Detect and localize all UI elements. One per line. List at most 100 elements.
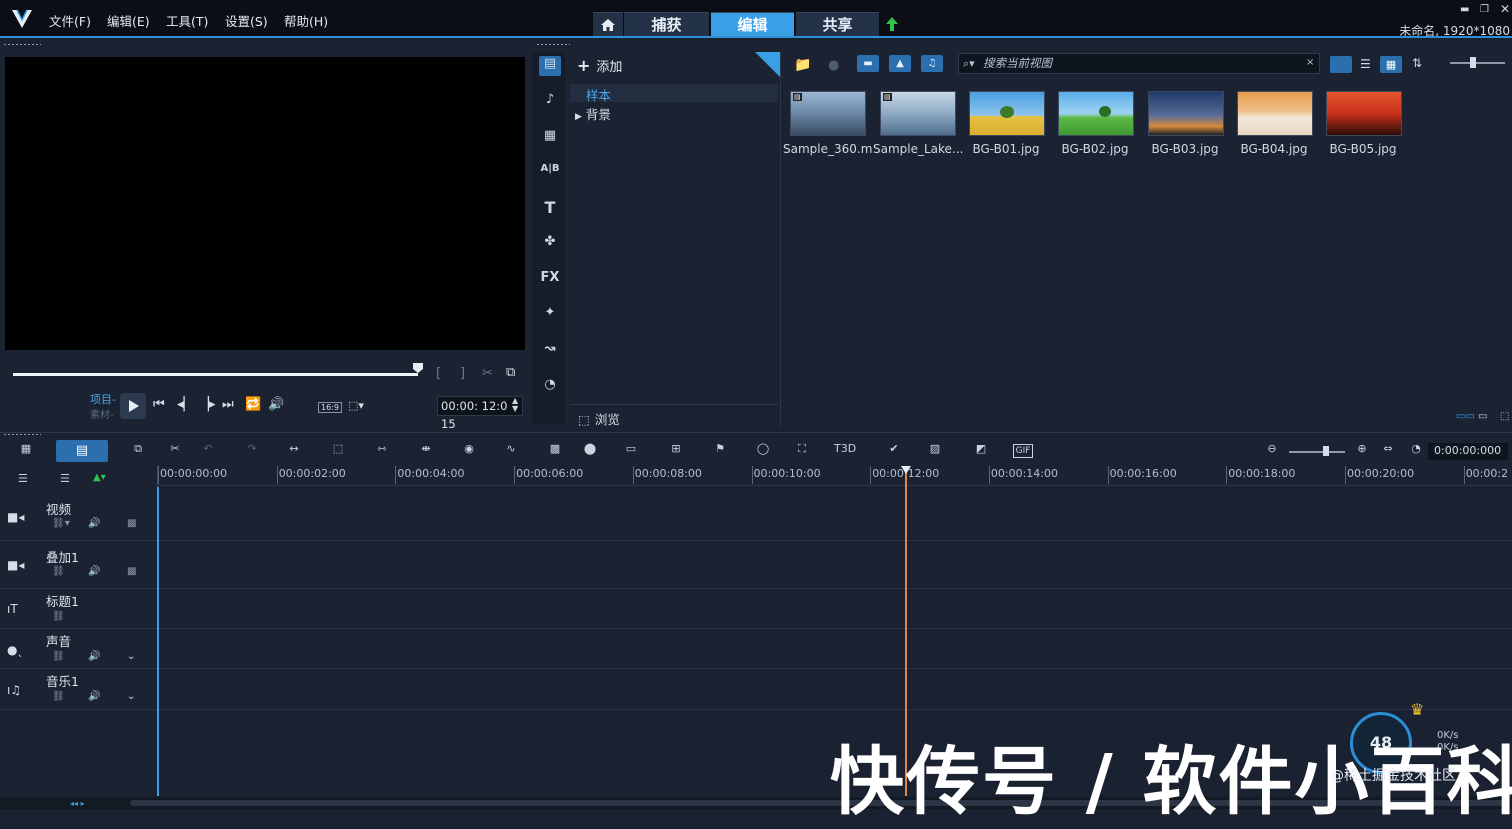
library-grip[interactable] [536,43,570,46]
sort-icon[interactable]: ⇅ [1412,56,1422,70]
video-camera-icon[interactable]: ■◂ [7,510,24,524]
tab-edit[interactable]: 编辑 [711,12,794,37]
sound-mixer-icon[interactable]: ∿ [501,442,521,460]
subtitle-icon[interactable]: ▭ [621,442,641,460]
pan-zoom-icon[interactable]: ⛶ [792,442,812,460]
search-input[interactable]: 搜索当前视图 [958,53,1320,74]
timeline-view-button[interactable]: ▤ [56,440,108,462]
restore-icon[interactable]: ❐ [1480,4,1489,15]
folder-item-backgrounds[interactable]: ▶ 背景 [575,104,611,123]
stretch-icon[interactable]: ⇿ [372,442,392,460]
timecode-field[interactable]: 00:00: 12:0 15 [437,396,523,431]
timeline-zoom-knob[interactable] [1323,446,1329,456]
repeat-icon[interactable]: 🔁 [245,397,261,412]
mask-icon[interactable]: ⬤ [580,442,600,460]
show-video-toggle[interactable]: ▬ [857,55,879,72]
fit-project-icon[interactable]: ↔ [284,442,304,460]
go-to-end-icon[interactable]: ⏭ [222,397,234,412]
import-media-icon[interactable]: 📁 [794,57,811,73]
track-volume-icon[interactable]: 🔊 [88,518,100,529]
transform-icon[interactable]: ◩ [971,442,991,460]
link-icon[interactable]: ⛓▾ [52,518,70,529]
music-note-icon[interactable]: ı♫ [7,683,21,697]
media-thumbnail[interactable] [1058,91,1134,136]
enlarge-preview-icon[interactable]: ⧉ [506,365,515,380]
track-manager-icon[interactable]: ⧉ [128,442,148,460]
menu-tools[interactable]: 工具(T) [166,11,208,30]
preview-screen[interactable] [5,57,525,350]
instant-project-icon[interactable]: ▦ [539,128,561,148]
panel-grip[interactable] [3,43,41,46]
hd-preview-icon[interactable]: ⬚▾ [348,399,364,412]
zoom-out-icon[interactable]: ⊖ [1262,442,1282,460]
upload-arrow-icon[interactable] [886,17,898,31]
media-thumbnail[interactable]: ▤ [790,91,866,136]
thumb-size-slider[interactable] [1450,62,1505,64]
media-thumbnail[interactable]: ▤ [880,91,956,136]
tab-capture[interactable]: 捕获 [624,12,709,37]
timecode-stepper-icon[interactable]: ▲ ▼ [512,397,518,413]
microphone-icon[interactable]: ●ˎ [7,643,23,657]
aspect-ratio-selector[interactable]: 16:9 [318,402,342,413]
track-volume-icon[interactable]: 🔊 [88,651,100,662]
title-icon[interactable]: T [539,198,561,218]
undo-icon[interactable]: ↶ [198,442,218,460]
library-view-toggle-icon[interactable]: ▭▭ [1456,411,1475,422]
list-view-icon[interactable]: ☰ [1360,57,1371,71]
mark-out-icon[interactable]: ] [460,366,465,381]
motion-tracking-icon[interactable]: ⚑ [710,442,730,460]
track-volume-icon[interactable]: 🔊 [88,691,100,702]
library-layout-icon[interactable]: ▭ [1478,411,1487,422]
clear-search-icon[interactable]: × [1306,57,1314,68]
add-folder-button[interactable]: + 添加 [577,56,622,75]
library-expand-icon[interactable]: ⬚ [1500,411,1509,422]
browse-button[interactable]: ⬚ 浏览 [578,409,620,428]
timeline-zoom-slider[interactable] [1289,451,1345,453]
grid-view-button[interactable]: ▦ [1380,56,1402,73]
track-list-icon[interactable]: ☰ [18,472,28,485]
transition-icon[interactable]: A|B [539,163,561,183]
fit-timeline-icon[interactable]: ⇔ [1378,442,1398,460]
minimize-icon[interactable]: ▬ [1460,4,1469,15]
color-grading-icon[interactable]: ◉ [459,442,479,460]
tools-icon[interactable]: ✂ [165,442,185,460]
link-icon[interactable]: ⛓ [52,611,65,622]
home-button[interactable] [593,12,623,37]
ripple-edit-icon[interactable]: ▲▾ [93,472,106,483]
motion-icon[interactable]: ⇼ [416,442,436,460]
multicam-icon[interactable]: ▩ [545,442,565,460]
previous-frame-icon[interactable]: ◂▏ [177,397,194,412]
track-options-icon[interactable]: ☰ [60,472,70,485]
mode-project[interactable]: 项目- [90,391,116,407]
speed-gauge-icon[interactable]: ◔ [539,377,561,397]
track-expand-icon[interactable]: ⌄ [127,691,135,702]
track-expand-icon[interactable]: ⌄ [127,651,135,662]
folder-item-samples[interactable]: 样本 [586,85,611,104]
menu-edit[interactable]: 编辑(E) [107,11,150,30]
mask-creator-icon[interactable]: ◯ [753,442,773,460]
fx-filter-icon[interactable]: FX [539,270,561,290]
clock-icon[interactable]: ◔ [1406,442,1426,460]
auto-music-icon[interactable]: ✔ [884,442,904,460]
mark-in-icon[interactable]: [ [436,366,441,381]
storyboard-view-icon[interactable]: ▦ [16,442,36,460]
timeline-grip[interactable] [3,433,41,436]
path-icon[interactable]: ↝ [539,341,561,361]
magic-wand-icon[interactable]: ✦ [539,305,561,325]
track-volume-icon[interactable]: 🔊 [88,566,100,577]
link-icon[interactable]: ⛓ [52,651,65,662]
next-frame-icon[interactable]: ▕▸ [199,397,216,412]
split-clip-icon[interactable]: ✂ [482,366,493,381]
time-remap-icon[interactable]: ▨ [925,442,945,460]
thumb-size-knob[interactable] [1470,57,1476,68]
zoom-in-icon[interactable]: ⊕ [1352,442,1372,460]
close-icon[interactable]: ✕ [1500,2,1510,16]
title-track-icon[interactable]: ıT [7,602,18,616]
media-thumbnail[interactable] [969,91,1045,136]
link-icon[interactable]: ⛓ [52,566,65,577]
track-transparency-icon[interactable]: ▩ [127,518,136,529]
volume-icon[interactable]: 🔊 [268,397,284,412]
play-button[interactable] [120,393,146,419]
music-icon[interactable]: ♪ [539,92,561,112]
graphics-icon[interactable]: ✤ [539,234,561,254]
